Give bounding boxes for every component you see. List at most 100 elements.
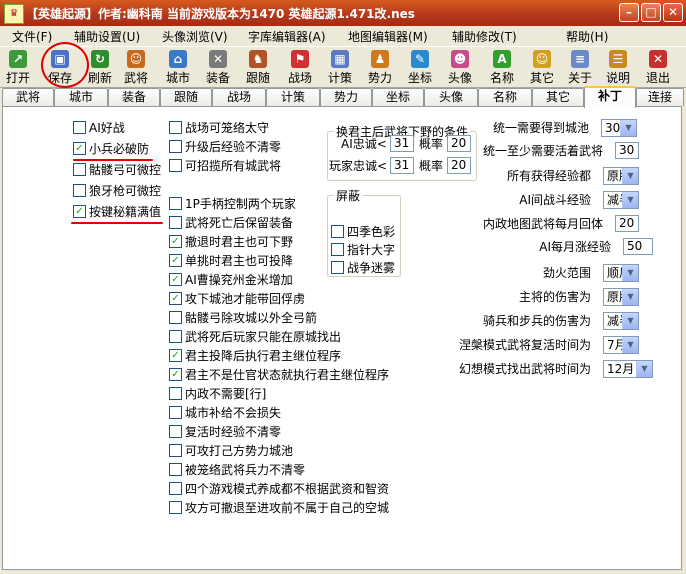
- tab-4[interactable]: 战场: [212, 88, 266, 106]
- chevron-down-icon[interactable]: ▼: [622, 265, 638, 281]
- toolbar-label: 城市: [165, 71, 190, 85]
- chevron-down-icon[interactable]: ▼: [622, 192, 638, 208]
- tab-1[interactable]: 城市: [54, 88, 108, 106]
- menu-portrait-browse[interactable]: 头像浏览(V): [162, 28, 228, 45]
- checkbox-box[interactable]: [331, 261, 344, 274]
- right-select-7[interactable]: 原版 ▼: [603, 288, 639, 306]
- checkbox-box[interactable]: [169, 406, 182, 419]
- tab-7[interactable]: 坐标: [372, 88, 424, 106]
- player-rate-input[interactable]: 20: [447, 157, 471, 174]
- toolbar-label: 战场: [287, 71, 312, 85]
- right-select-9[interactable]: 7月 ▼: [603, 336, 639, 354]
- tab-2[interactable]: 装备: [108, 88, 160, 106]
- menu-assist-modify[interactable]: 辅助修改(T): [452, 28, 517, 45]
- app-icon[interactable]: ♛: [4, 4, 24, 24]
- checkbox-box[interactable]: ✓: [169, 254, 182, 267]
- checkbox-box[interactable]: ✓: [169, 368, 182, 381]
- toolbar-button-10[interactable]: ✎ 坐标: [402, 49, 438, 85]
- window-title: 【英雄起源】作者:幽科南 当前游戏版本为1470 英雄起源1.471改.nes: [26, 7, 415, 21]
- checkbox-box[interactable]: [169, 216, 182, 229]
- chevron-down-icon[interactable]: ▼: [622, 289, 638, 305]
- checkbox-box[interactable]: [169, 330, 182, 343]
- checkbox-box[interactable]: [169, 140, 182, 153]
- close-button[interactable]: ✕: [663, 3, 683, 22]
- tab-0[interactable]: 武将: [2, 88, 54, 106]
- right-select-10[interactable]: 12月 ▼: [603, 360, 653, 378]
- tab-3[interactable]: 跟随: [160, 88, 212, 106]
- player-loyalty-input[interactable]: 31: [390, 157, 414, 174]
- right-input-1[interactable]: 30: [615, 142, 639, 159]
- toolbar-button-7[interactable]: ⚑ 战场: [282, 49, 318, 85]
- chevron-down-icon[interactable]: ▼: [622, 168, 638, 184]
- checkbox-box[interactable]: ✓: [73, 142, 86, 155]
- tab-6[interactable]: 势力: [320, 88, 372, 106]
- toolbar-button-5[interactable]: ✕ 装备: [200, 49, 236, 85]
- toolbar-button-3[interactable]: ☺ 武将: [118, 49, 154, 85]
- checkbox-box[interactable]: [73, 163, 86, 176]
- right-select-0[interactable]: 30 ▼: [601, 119, 637, 137]
- checkbox-box[interactable]: ✓: [169, 273, 182, 286]
- toolbar-button-16[interactable]: ✕ 退出: [640, 49, 676, 85]
- toolbar-button-0[interactable]: ↗ 打开: [0, 49, 36, 85]
- checkbox-box[interactable]: [169, 121, 182, 134]
- checkbox-box[interactable]: ✓: [73, 205, 86, 218]
- checkbox-box[interactable]: [169, 463, 182, 476]
- chevron-down-icon[interactable]: ▼: [622, 313, 638, 329]
- tab-12[interactable]: 连接: [636, 88, 684, 106]
- tab-11[interactable]: 补丁: [584, 86, 636, 108]
- toolbar-button-15[interactable]: ☰ 说明: [600, 49, 636, 85]
- tab-9[interactable]: 名称: [478, 88, 532, 106]
- menu-font-editor[interactable]: 字库编辑器(A): [248, 28, 326, 45]
- maximize-button[interactable]: □: [641, 3, 661, 22]
- checkbox-box[interactable]: [169, 501, 182, 514]
- checkbox-label: 被笼络武将兵力不清零: [185, 463, 306, 477]
- checkbox-box[interactable]: [169, 425, 182, 438]
- right-select-8[interactable]: 减半 ▼: [603, 312, 639, 330]
- checkbox-box[interactable]: [169, 482, 182, 495]
- checkbox-box[interactable]: [331, 225, 344, 238]
- right-input-5[interactable]: 50: [623, 238, 653, 255]
- right-select-2[interactable]: 原版 ▼: [603, 167, 639, 185]
- checkbox-box[interactable]: ✓: [169, 292, 182, 305]
- ai-loyalty-input[interactable]: 31: [390, 135, 414, 152]
- tab-5[interactable]: 计策: [266, 88, 320, 106]
- checkbox-box[interactable]: [169, 387, 182, 400]
- menu-file[interactable]: 文件(F): [12, 28, 52, 45]
- toolbar-button-9[interactable]: ♟ 势力: [362, 49, 398, 85]
- checkbox-box[interactable]: ✓: [169, 235, 182, 248]
- checkbox-box[interactable]: [169, 197, 182, 210]
- checkbox-box[interactable]: [73, 184, 86, 197]
- right-select-3[interactable]: 减半 ▼: [603, 191, 639, 209]
- tab-10[interactable]: 其它: [532, 88, 584, 106]
- toolbar-button-14[interactable]: ≡ 关于: [562, 49, 598, 85]
- toolbar: ↗ 打开 ▣ 保存 ↻ 刷新 ☺ 武将 ⌂ 城市 ✕ 装备 ♞ 跟随 ⚑ 战场 ▦ 计策 ♟ 势力 ✎ 坐标 ☻ 头像 A 名称 ☺…: [0, 46, 686, 88]
- tab-8[interactable]: 头像: [424, 88, 478, 106]
- toolbar-button-8[interactable]: ▦ 计策: [322, 49, 358, 85]
- menu-assist-settings[interactable]: 辅助设置(U): [74, 28, 140, 45]
- chevron-down-icon[interactable]: ▼: [636, 361, 652, 377]
- checkbox-box[interactable]: [169, 159, 182, 172]
- menu-map-editor[interactable]: 地图编辑器(M): [348, 28, 428, 45]
- minimize-button[interactable]: –: [619, 3, 639, 22]
- exit-icon: ✕: [649, 50, 667, 68]
- menu-help[interactable]: 帮助(H): [566, 28, 608, 45]
- checkbox-box[interactable]: [331, 243, 344, 256]
- checkbox-box[interactable]: ✓: [169, 349, 182, 362]
- chevron-down-icon[interactable]: ▼: [622, 337, 638, 353]
- checkbox-box[interactable]: [169, 444, 182, 457]
- checkbox-label: 复活时经验不清零: [185, 425, 282, 439]
- chevron-down-icon[interactable]: ▼: [620, 120, 636, 136]
- toolbar-button-6[interactable]: ♞ 跟随: [240, 49, 276, 85]
- toolbar-button-4[interactable]: ⌂ 城市: [160, 49, 196, 85]
- toolbar-button-12[interactable]: A 名称: [484, 49, 520, 85]
- field-value: 50: [627, 239, 643, 253]
- ai-rate-input[interactable]: 20: [447, 135, 471, 152]
- toolbar-button-13[interactable]: ☺ 其它: [524, 49, 560, 85]
- right-label-0: 统一需要得到城池: [492, 121, 589, 135]
- right-input-4[interactable]: 20: [615, 215, 639, 232]
- checkbox-box[interactable]: [73, 121, 86, 134]
- checkbox-box[interactable]: [169, 311, 182, 324]
- toolbar-label: 装备: [205, 71, 230, 85]
- toolbar-button-11[interactable]: ☻ 头像: [442, 49, 478, 85]
- right-select-6[interactable]: 顺风 ▼: [603, 264, 639, 282]
